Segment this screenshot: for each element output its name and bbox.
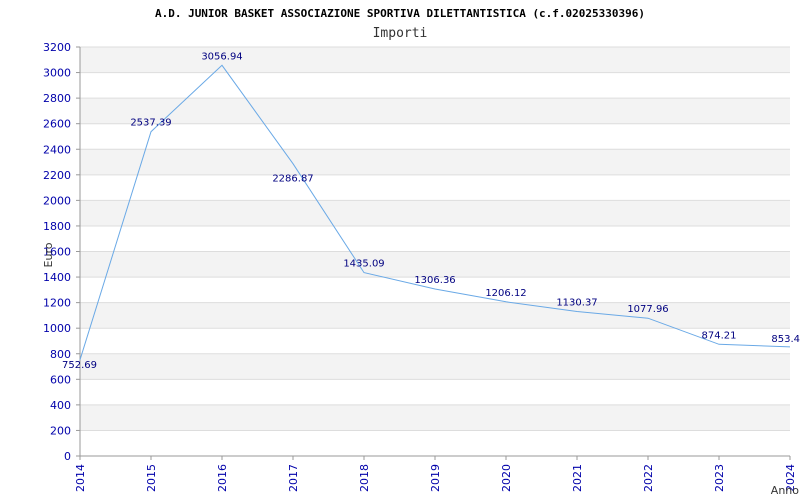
grid-band <box>80 302 790 329</box>
y-tick-label: 200 <box>50 424 71 437</box>
line-chart: 0200400600800100012001400160018002000220… <box>42 7 800 497</box>
data-label: 752.69 <box>62 360 97 371</box>
data-label: 1077.96 <box>627 304 668 315</box>
y-tick-label: 2200 <box>43 169 71 182</box>
y-axis-label: Euro <box>42 242 55 267</box>
data-label: 1435.09 <box>343 259 384 270</box>
x-tick-label: 2023 <box>713 464 726 492</box>
y-tick-label: 400 <box>50 399 71 412</box>
y-tick-label: 1800 <box>43 220 71 233</box>
y-tick-label: 2600 <box>43 118 71 131</box>
grid-band <box>80 353 790 380</box>
data-label: 853.4 <box>771 334 800 345</box>
y-tick-label: 3200 <box>43 41 71 54</box>
data-label: 3056.94 <box>201 51 242 62</box>
x-tick-label: 2014 <box>74 464 87 492</box>
grid-band <box>80 251 790 278</box>
data-label: 1206.12 <box>485 288 526 299</box>
x-tick-label: 2019 <box>429 464 442 492</box>
chart-subtitle: Importi <box>373 26 428 41</box>
x-tick-labels: 2014 2015 2016 2017 2018 2019 2020 2021 2022 2023… <box>74 464 797 492</box>
x-tick-label: 2022 <box>642 464 655 492</box>
y-tick-label: 2000 <box>43 194 71 207</box>
x-tick-label: 2021 <box>571 464 584 492</box>
grid-band <box>80 200 790 226</box>
grid-band <box>80 149 790 175</box>
grid-band <box>80 98 790 124</box>
data-label: 874.21 <box>702 330 737 341</box>
x-tick-label: 2018 <box>358 464 371 492</box>
data-label: 1306.36 <box>414 275 455 286</box>
y-tick-label: 600 <box>50 373 71 386</box>
x-tick-label: 2017 <box>287 464 300 492</box>
y-tick-label: 2800 <box>43 92 71 105</box>
y-tick-label: 3000 <box>43 67 71 80</box>
data-label: 1130.37 <box>556 298 597 309</box>
data-label: 2537.39 <box>130 118 171 129</box>
x-tick-label: 2016 <box>216 464 229 492</box>
data-label: 2286.87 <box>272 174 313 185</box>
grid-band <box>80 47 790 73</box>
grid-bands <box>80 47 790 431</box>
x-axis-label: Anno <box>771 484 799 497</box>
chart-title: A.D. JUNIOR BASKET ASSOCIAZIONE SPORTIVA… <box>155 7 645 20</box>
y-tick-label: 1200 <box>43 297 71 310</box>
y-tick-label: 2400 <box>43 143 71 156</box>
y-tick-label: 1400 <box>43 271 71 284</box>
y-tick-label: 1000 <box>43 322 71 335</box>
x-tick-label: 2020 <box>500 464 513 492</box>
grid-band <box>80 404 790 431</box>
x-tick-label: 2015 <box>145 464 158 492</box>
y-tick-label: 0 <box>64 450 71 463</box>
